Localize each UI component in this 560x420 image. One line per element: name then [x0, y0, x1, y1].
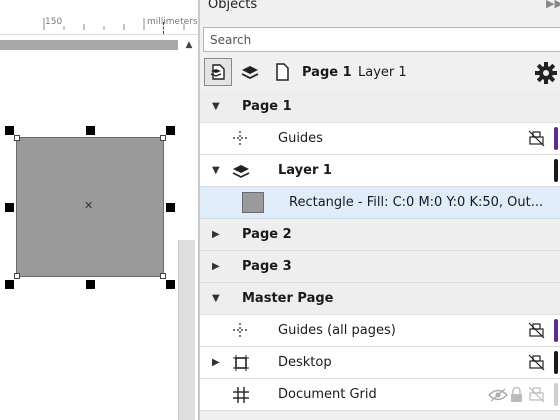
center-mark-icon[interactable]: ✕ — [84, 199, 93, 213]
show-pages-button[interactable] — [204, 58, 232, 86]
layer-color-indicator — [554, 127, 558, 150]
guides-icon — [233, 323, 249, 339]
page-name: Page 2 — [242, 227, 292, 242]
selection-handle-bottom[interactable] — [86, 280, 95, 289]
grid-icon — [233, 387, 249, 403]
layer-name: Document Grid — [278, 387, 377, 402]
tree-row-master-page[interactable]: ▼ Master Page — [200, 283, 560, 315]
object-thumbnail — [242, 192, 264, 213]
object-description: Rectangle - Fill: C:0 M:0 Y:0 K:50, Out.… — [289, 195, 544, 210]
hidden-eye-icon[interactable] — [488, 388, 508, 402]
layer-name: Desktop — [278, 355, 332, 370]
printable-off-icon[interactable] — [528, 386, 545, 403]
collapse-triangle-icon[interactable]: ▼ — [212, 165, 220, 177]
layer-name: Guides — [278, 131, 323, 146]
docker-expand-icon[interactable]: ▶▶ — [546, 0, 560, 10]
drawing-canvas[interactable]: 150 millimeters ▲ ✕ — [0, 0, 198, 420]
tree-row-page-3[interactable]: ▶ Page 3 — [200, 251, 560, 283]
page-icon — [276, 63, 289, 81]
selection-handle-left[interactable] — [5, 203, 14, 212]
page-name: Master Page — [242, 291, 334, 306]
pages-icon — [210, 64, 225, 80]
tree-row-layer-1[interactable]: ▼ Layer 1 — [200, 155, 560, 187]
layer-manager-button[interactable] — [236, 58, 264, 86]
gear-icon — [535, 62, 557, 84]
collapse-triangle-icon[interactable]: ▼ — [212, 101, 220, 113]
selection-handle-bottom-right[interactable] — [166, 280, 175, 289]
tree-row-rectangle[interactable]: Rectangle - Fill: C:0 M:0 Y:0 K:50, Out.… — [200, 187, 560, 219]
current-page-label[interactable]: Page 1 — [302, 65, 352, 80]
expand-triangle-icon[interactable]: ▶ — [212, 229, 220, 241]
layer-color-indicator — [554, 319, 558, 342]
tree-row-page-2[interactable]: ▶ Page 2 — [200, 219, 560, 251]
tree-row-desktop[interactable]: ▶ Desktop — [200, 347, 560, 379]
selection-handle-top[interactable] — [86, 126, 95, 135]
printable-off-icon[interactable] — [528, 322, 545, 339]
lock-icon[interactable] — [510, 387, 523, 403]
page-name: Page 3 — [242, 259, 292, 274]
selection-handle-bottom-left[interactable] — [5, 280, 14, 289]
selection-handle-top-right[interactable] — [166, 126, 175, 135]
layer-name: Layer 1 — [278, 163, 332, 178]
current-page-button[interactable] — [268, 58, 296, 86]
objects-toolbar: Page 1 Layer 1 — [200, 56, 560, 90]
objects-docker: Objects ▶▶ Page 1 Layer 1 — [198, 0, 560, 420]
printable-off-icon[interactable] — [528, 354, 545, 371]
guides-icon — [233, 131, 249, 147]
expand-triangle-icon[interactable]: ▶ — [212, 261, 220, 273]
current-layer-label[interactable]: Layer 1 — [358, 65, 407, 80]
layer-color-indicator — [554, 383, 558, 406]
ruler-position-marker — [163, 22, 164, 34]
corner-node[interactable] — [160, 273, 166, 279]
vertical-scrollbar[interactable] — [178, 240, 195, 420]
printable-off-icon[interactable] — [528, 130, 545, 147]
tree-row-guides[interactable]: Guides — [200, 123, 560, 155]
scroll-up-arrow-icon[interactable]: ▲ — [182, 37, 196, 53]
selection-handle-top-left[interactable] — [5, 126, 14, 135]
horizontal-scrollbar-thumb[interactable] — [0, 40, 178, 50]
corner-node[interactable] — [14, 273, 20, 279]
expand-triangle-icon[interactable]: ▶ — [212, 357, 220, 369]
selection-handle-right[interactable] — [166, 203, 175, 212]
collapse-triangle-icon[interactable]: ▼ — [212, 293, 220, 305]
corner-node[interactable] — [160, 135, 166, 141]
tree-row-document-grid[interactable]: Document Grid — [200, 379, 560, 411]
layers-icon — [241, 66, 259, 80]
horizontal-ruler[interactable]: 150 millimeters — [0, 0, 198, 35]
docker-options-button[interactable] — [532, 59, 560, 87]
docker-title: Objects — [208, 0, 258, 12]
search-input[interactable] — [203, 27, 560, 52]
tree-row-guides-all-pages[interactable]: Guides (all pages) — [200, 315, 560, 347]
desktop-icon — [233, 355, 249, 371]
page-name: Page 1 — [242, 99, 292, 114]
layer-name: Guides (all pages) — [278, 323, 396, 338]
layer-color-indicator — [554, 351, 558, 374]
ruler-tick-label: 150 — [45, 17, 63, 27]
horizontal-scrollbar[interactable]: ▲ — [0, 36, 198, 54]
tree-row-page-1[interactable]: ▼ Page 1 — [200, 91, 560, 123]
layers-icon — [232, 165, 250, 178]
layer-color-indicator — [554, 159, 558, 182]
corner-node[interactable] — [14, 135, 20, 141]
ruler-unit-label: millimeters — [147, 17, 198, 27]
